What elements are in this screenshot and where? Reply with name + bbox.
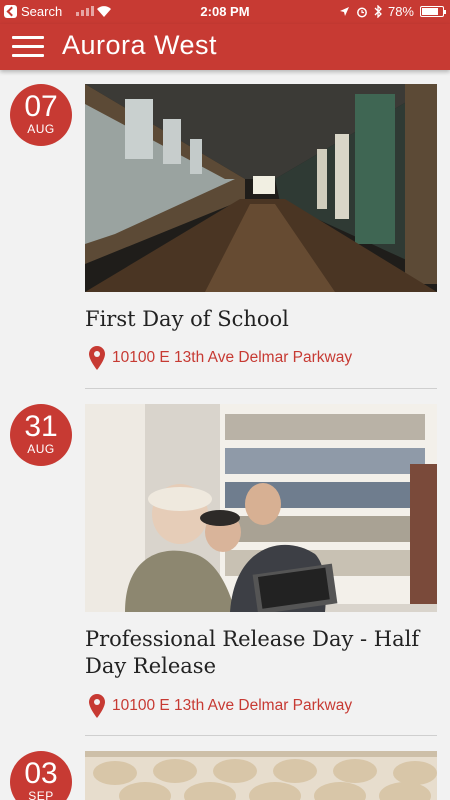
event-item[interactable]: 07 AUG First Day of School 10100 E 13th … xyxy=(0,84,450,390)
auditorium-image xyxy=(85,751,437,800)
date-day: 03 xyxy=(24,757,58,790)
event-location[interactable]: 10100 E 13th Ave Delmar Parkway xyxy=(88,345,352,371)
event-title[interactable]: Professional Release Day - Half Day Rele… xyxy=(85,626,430,680)
divider xyxy=(85,388,437,389)
hamburger-menu-icon[interactable] xyxy=(12,35,44,59)
location-arrow-icon xyxy=(339,7,349,16)
date-month: AUG xyxy=(27,442,55,456)
event-location[interactable]: 10100 E 13th Ave Delmar Parkway xyxy=(88,693,352,719)
battery-icon xyxy=(420,6,446,17)
map-pin-icon xyxy=(89,346,105,370)
library-group-image xyxy=(85,404,437,612)
people-at-laptop-library-photo[interactable] xyxy=(85,404,437,612)
school-hallway-image xyxy=(85,84,437,292)
date-month: SEP xyxy=(28,789,54,800)
date-badge: 07 AUG xyxy=(10,84,72,146)
bluetooth-icon xyxy=(374,5,382,18)
date-day: 07 xyxy=(24,90,58,123)
auditorium-seats-photo[interactable] xyxy=(85,751,437,800)
date-badge: 03 SEP xyxy=(10,751,72,800)
alarm-icon xyxy=(357,7,367,17)
app-title: Aurora West xyxy=(62,30,218,60)
divider xyxy=(85,735,437,736)
status-bar: Search 2:08 PM 78% xyxy=(0,0,450,24)
date-day: 31 xyxy=(24,410,58,443)
date-month: AUG xyxy=(27,122,55,136)
event-title[interactable]: First Day of School xyxy=(85,306,430,333)
school-hallway-photo[interactable] xyxy=(85,84,437,292)
app-bar: Aurora West xyxy=(0,24,450,70)
map-pin-icon xyxy=(89,694,105,718)
event-location-text: 10100 E 13th Ave Delmar Parkway xyxy=(112,697,353,714)
date-badge: 31 AUG xyxy=(10,404,72,466)
event-item[interactable]: 31 AUG Professional Release Day - Half D… xyxy=(0,404,450,736)
battery-fill xyxy=(422,8,438,15)
event-item[interactable]: 03 SEP xyxy=(0,751,450,800)
event-location-text: 10100 E 13th Ave Delmar Parkway xyxy=(112,349,353,366)
battery-percent: 78% xyxy=(387,4,414,19)
